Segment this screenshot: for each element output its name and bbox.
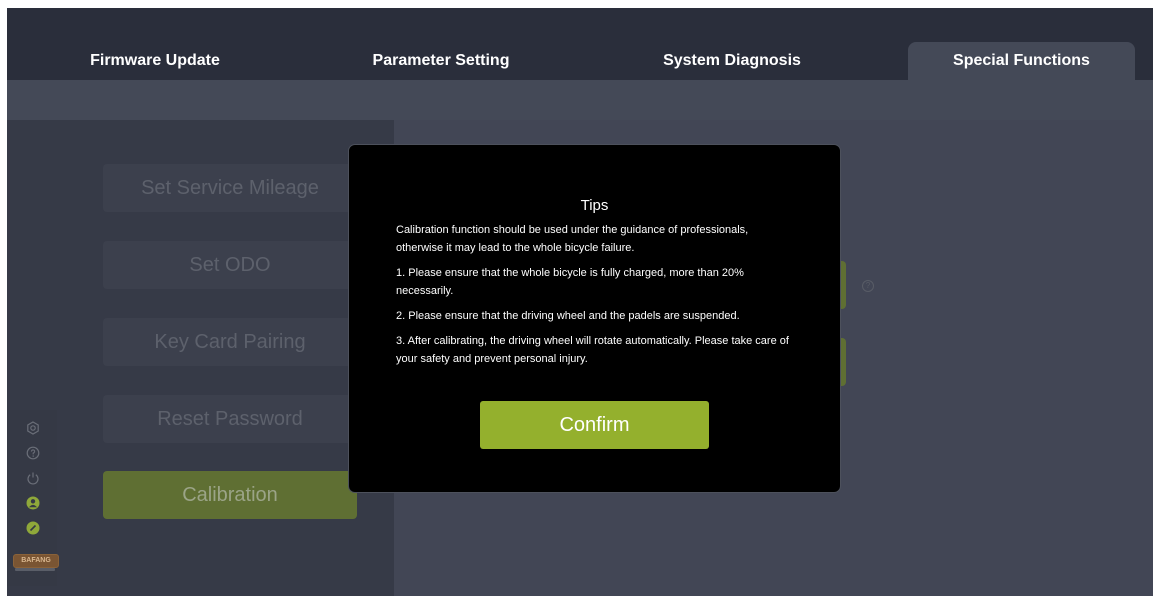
- calibration-button[interactable]: Calibration: [103, 471, 357, 519]
- link-icon[interactable]: [25, 520, 41, 536]
- set-service-mileage-button[interactable]: Set Service Mileage: [103, 164, 357, 212]
- brand-tagline: [15, 568, 55, 571]
- set-odo-button[interactable]: Set ODO: [103, 241, 357, 289]
- tab-parameter-setting[interactable]: Parameter Setting: [325, 42, 557, 80]
- help-icon[interactable]: [25, 445, 41, 461]
- brand-logo: BAFANG: [13, 554, 59, 568]
- dialog-item: 1. Please ensure that the whole bicycle …: [396, 267, 744, 297]
- tips-dialog: Tips Calibration function should be used…: [348, 144, 841, 493]
- key-card-pairing-button[interactable]: Key Card Pairing: [103, 318, 357, 366]
- dialog-body: Calibration function should be used unde…: [396, 221, 796, 375]
- dialog-intro: Calibration function should be used unde…: [396, 224, 749, 254]
- confirm-button[interactable]: Confirm: [480, 401, 709, 449]
- power-icon[interactable]: [25, 470, 41, 486]
- tab-system-diagnosis[interactable]: System Diagnosis: [621, 42, 843, 80]
- tab-special-functions[interactable]: Special Functions: [908, 42, 1135, 80]
- app-window: Firmware Update Parameter Setting System…: [7, 8, 1153, 596]
- dialog-item: 3. After calibrating, the driving wheel …: [396, 335, 789, 365]
- tab-bar: Firmware Update Parameter Setting System…: [7, 8, 1153, 80]
- dialog-title: Tips: [580, 197, 609, 214]
- dialog-item: 2. Please ensure that the driving wheel …: [396, 310, 740, 322]
- tab-firmware-update[interactable]: Firmware Update: [31, 42, 279, 80]
- settings-icon[interactable]: [25, 420, 41, 436]
- reset-password-button[interactable]: Reset Password: [103, 395, 357, 443]
- user-icon[interactable]: [25, 495, 41, 511]
- help-circle-icon[interactable]: ?: [862, 280, 874, 292]
- sub-toolbar: [7, 80, 1153, 120]
